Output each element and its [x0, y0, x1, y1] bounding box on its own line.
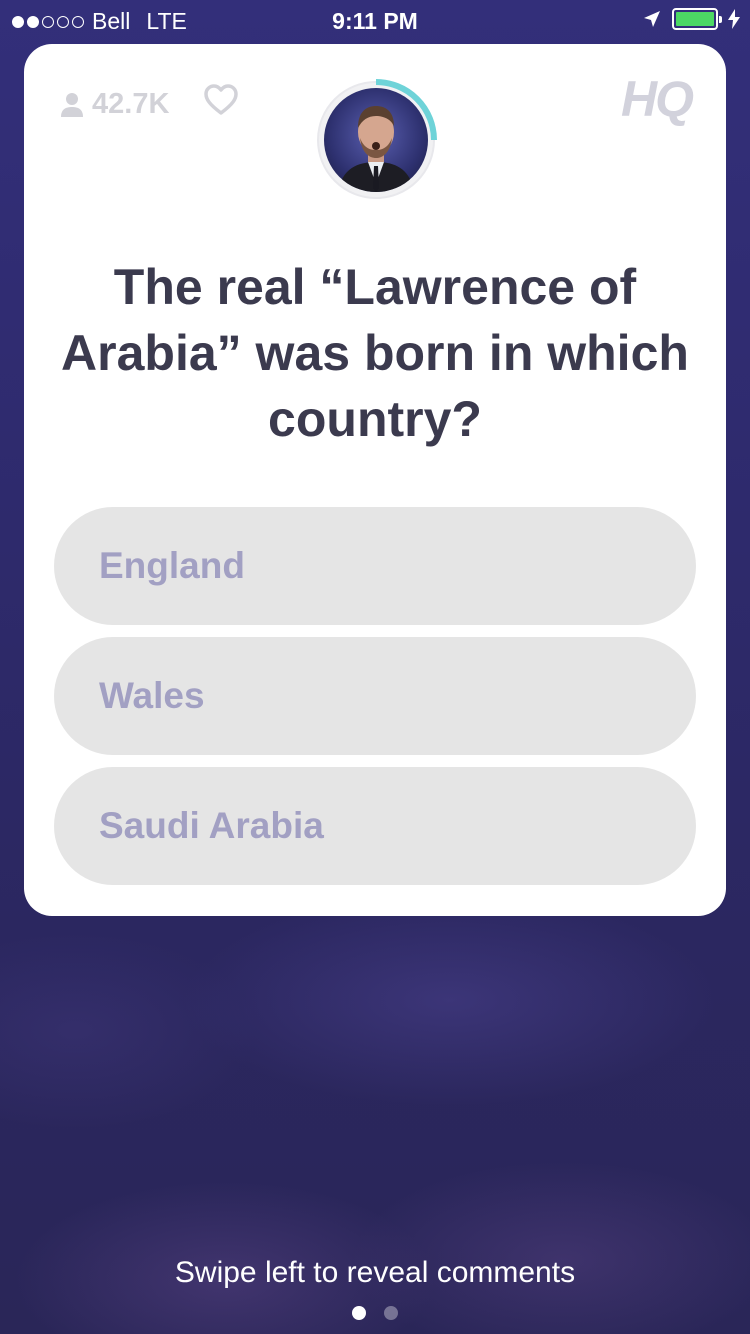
viewer-count-value: 42.7K	[92, 88, 170, 120]
question-card: 42.7K HQ The real “Lawrence of Arabia” w…	[24, 44, 726, 916]
status-bar: Bell LTE 9:11 PM	[0, 0, 750, 40]
hq-logo: HQ	[621, 71, 694, 127]
page-dot-2	[384, 1306, 398, 1320]
host-portrait-icon	[338, 106, 414, 192]
answer-label: England	[99, 545, 245, 586]
host-avatar	[324, 88, 428, 192]
answer-option-3[interactable]: Saudi Arabia	[54, 767, 696, 885]
host-timer	[314, 78, 438, 202]
viewer-count: 42.7K	[60, 88, 169, 121]
swipe-hint: Swipe left to reveal comments	[174, 1256, 576, 1289]
page-dot-1	[352, 1306, 366, 1320]
answer-option-1[interactable]: England	[54, 507, 696, 625]
status-right	[642, 8, 740, 30]
question-text: The real “Lawrence of Arabia” was born i…	[61, 259, 689, 447]
status-time: 9:11 PM	[332, 8, 418, 34]
bolt-icon	[728, 9, 740, 29]
location-arrow-icon	[644, 11, 660, 27]
heart-icon[interactable]	[204, 84, 238, 116]
person-icon	[61, 92, 83, 117]
answer-option-2[interactable]: Wales	[54, 637, 696, 755]
battery-icon	[672, 8, 722, 30]
answer-label: Wales	[99, 675, 205, 716]
page-indicator	[0, 1306, 750, 1320]
answer-label: Saudi Arabia	[99, 805, 324, 846]
